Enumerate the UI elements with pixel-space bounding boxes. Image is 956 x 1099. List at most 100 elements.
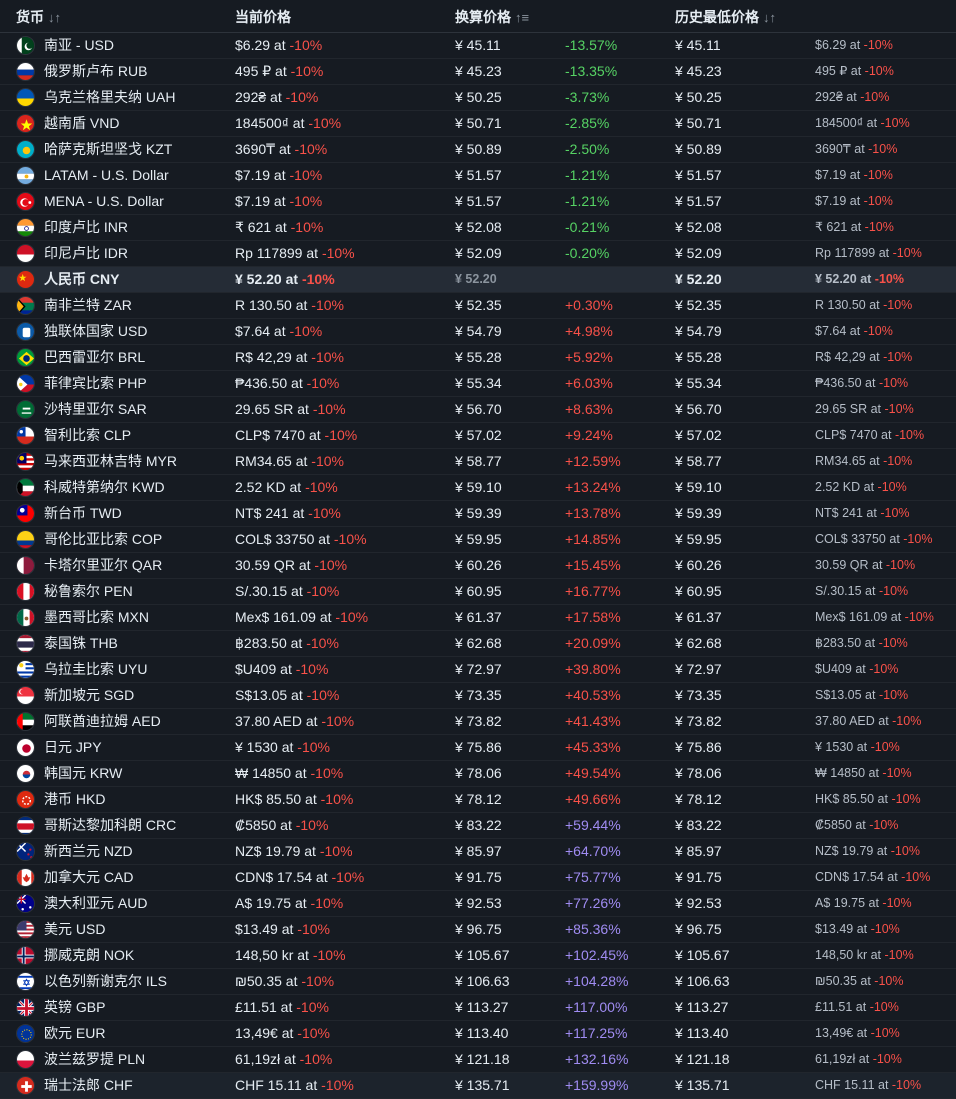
flag-qa-icon xyxy=(16,556,35,575)
lowest-price-value: R$ 42,29 xyxy=(815,350,866,364)
lowest-discount-badge: -10% xyxy=(860,90,890,104)
converted-price: ¥ 54.79 xyxy=(455,323,502,339)
price-sep: at xyxy=(300,843,320,859)
table-row: 泰国铢 THB ฿283.50 at -10% ¥ 62.68 +20.09% ¥ 62… xyxy=(0,631,956,657)
discount-badge: -10% xyxy=(295,661,329,677)
price-sep: at xyxy=(287,583,307,599)
flag-nz-icon xyxy=(16,842,35,861)
currency-name: 印尼卢比 IDR xyxy=(44,245,128,261)
currency-name: LATAM - U.S. Dollar xyxy=(44,167,169,183)
flag-ph-icon xyxy=(16,374,35,393)
currency-name: 智利比索 CLP xyxy=(44,427,132,443)
converted-price: ¥ 59.10 xyxy=(455,479,502,495)
current-price: 29.65 SR at -10% xyxy=(235,397,346,422)
current-price: CHF 15.11 at -10% xyxy=(235,1073,354,1098)
converted-price-header-label: 换算价格 xyxy=(455,9,511,25)
converted-price: ¥ 52.08 xyxy=(455,219,502,235)
sort-by-lowest-price[interactable]: 历史最低价格 ↓↑ xyxy=(675,7,776,27)
table-row: 瑞士法郎 CHF CHF 15.11 at -10% ¥ 135.71 +159.99… xyxy=(0,1073,956,1099)
price-sep: at xyxy=(865,766,883,780)
currency-name: 波兰兹罗提 PLN xyxy=(44,1051,146,1067)
converted-price: ¥ 52.09 xyxy=(455,245,502,261)
lowest-converted-price: ¥ 51.57 xyxy=(675,167,722,183)
lowest-discount-badge: -10% xyxy=(883,350,913,364)
current-price: CDN$ 17.54 at -10% xyxy=(235,865,364,890)
table-row: 菲律宾比索 PHP ₱436.50 at -10% ¥ 55.34 +6.03% ¥ 5… xyxy=(0,371,956,397)
lowest-price-value: RM34.65 xyxy=(815,454,866,468)
price-sep: at xyxy=(301,1077,322,1093)
price-difference: +75.77% xyxy=(565,869,621,885)
price-sep: at xyxy=(861,636,879,650)
lowest-price: Mex$ 161.09 at -10% xyxy=(815,605,934,630)
currency-name: 澳大利亚元 AUD xyxy=(44,895,148,911)
lowest-discount-badge: -10% xyxy=(863,168,893,182)
price-sep: at xyxy=(865,454,884,468)
lowest-discount-badge: -10% xyxy=(874,974,904,988)
price-difference: +4.98% xyxy=(565,323,613,339)
currency-name: 秘鲁索尔 PEN xyxy=(44,583,133,599)
lowest-price: COL$ 33750 at -10% xyxy=(815,527,932,552)
lowest-price-value: 148,50 kr xyxy=(815,948,868,962)
lowest-discount-badge: -10% xyxy=(894,428,925,442)
price-value: NT$ 241 xyxy=(235,505,289,521)
lowest-converted-price: ¥ 56.70 xyxy=(675,401,722,417)
flag-cis-icon xyxy=(16,322,35,341)
lowest-converted-price: ¥ 72.97 xyxy=(675,661,722,677)
currency-name: 美元 USD xyxy=(44,921,106,937)
price-sep: at xyxy=(285,479,306,495)
lowest-price: ₡5850 at -10% xyxy=(815,813,898,838)
sort-by-currency[interactable]: 货币 ↓↑ xyxy=(16,7,61,27)
flag-us-icon xyxy=(16,920,35,939)
lowest-discount-badge: -10% xyxy=(869,662,899,676)
price-difference: -2.50% xyxy=(565,141,610,157)
price-sep: at xyxy=(883,870,902,884)
price-sep: at xyxy=(875,246,893,260)
lowest-price-value: NT$ 241 xyxy=(815,506,863,520)
table-row: 波兰兹罗提 PLN 61,19zł at -10% ¥ 121.18 +132.16%… xyxy=(0,1047,956,1073)
lowest-converted-price: ¥ 106.63 xyxy=(675,973,730,989)
lowest-converted-price: ¥ 135.71 xyxy=(675,1077,730,1093)
lowest-converted-price: ¥ 59.39 xyxy=(675,505,722,521)
flag-kz-icon xyxy=(16,140,35,159)
flag-gb-icon xyxy=(16,998,35,1017)
sort-by-converted-price[interactable]: 换算价格 ↑≡ xyxy=(455,7,529,27)
price-sep: at xyxy=(846,324,864,338)
lowest-price-value: $13.49 xyxy=(815,922,854,936)
table-body: 南亚 - USD $6.29 at -10% ¥ 45.11 -13.57% ¥ 45.… xyxy=(0,33,956,1099)
table-row: 新西兰元 NZD NZ$ 19.79 at -10% ¥ 85.97 +64.70% ¥… xyxy=(0,839,956,865)
lowest-price-value: 29.65 SR xyxy=(815,402,868,416)
price-value: $7.19 xyxy=(235,167,271,183)
lowest-price-value: CDN$ 17.54 xyxy=(815,870,884,884)
price-value: S$13.05 xyxy=(235,687,288,703)
price-difference: -1.21% xyxy=(565,167,610,183)
price-sep: at xyxy=(301,713,322,729)
price-difference: -0.21% xyxy=(565,219,610,235)
price-difference: +41.43% xyxy=(565,713,621,729)
price-value: 61,19zł xyxy=(235,1051,281,1067)
price-sep: at xyxy=(877,428,895,442)
discount-badge: -10% xyxy=(289,193,323,209)
lowest-converted-price: ¥ 75.86 xyxy=(675,739,722,755)
table-row: 沙特里亚尔 SAR 29.65 SR at -10% ¥ 56.70 +8.63% ¥ … xyxy=(0,397,956,423)
lowest-converted-price: ¥ 57.02 xyxy=(675,427,722,443)
price-value: $U409 xyxy=(235,661,277,677)
price-value: £11.51 xyxy=(235,999,277,1015)
price-difference: +117.00% xyxy=(565,999,628,1015)
currency-name: 瑞士法郎 CHF xyxy=(44,1077,133,1093)
price-value: $6.29 xyxy=(235,37,271,53)
flag-pl-icon xyxy=(16,1050,35,1069)
lowest-discount-badge: -10% xyxy=(864,220,894,234)
lowest-converted-price: ¥ 55.34 xyxy=(675,375,722,391)
flag-ru-icon xyxy=(16,62,35,81)
lowest-converted-price: ¥ 59.95 xyxy=(675,531,722,547)
table-row: 俄罗斯卢布 RUB 495 ₽ at -10% ¥ 45.23 -13.35% ¥ 45… xyxy=(0,59,956,85)
price-sep: at xyxy=(874,792,892,806)
currency-name: 南非兰特 ZAR xyxy=(44,297,132,313)
price-sep: at xyxy=(275,141,295,157)
flag-ua-icon xyxy=(16,88,35,107)
current-price: $7.19 at -10% xyxy=(235,163,322,188)
lowest-price: CHF 15.11 at -10% xyxy=(815,1073,921,1098)
lowest-discount-badge: -10% xyxy=(863,324,893,338)
lowest-price: $13.49 at -10% xyxy=(815,917,900,942)
flag-sg-icon xyxy=(16,686,35,705)
